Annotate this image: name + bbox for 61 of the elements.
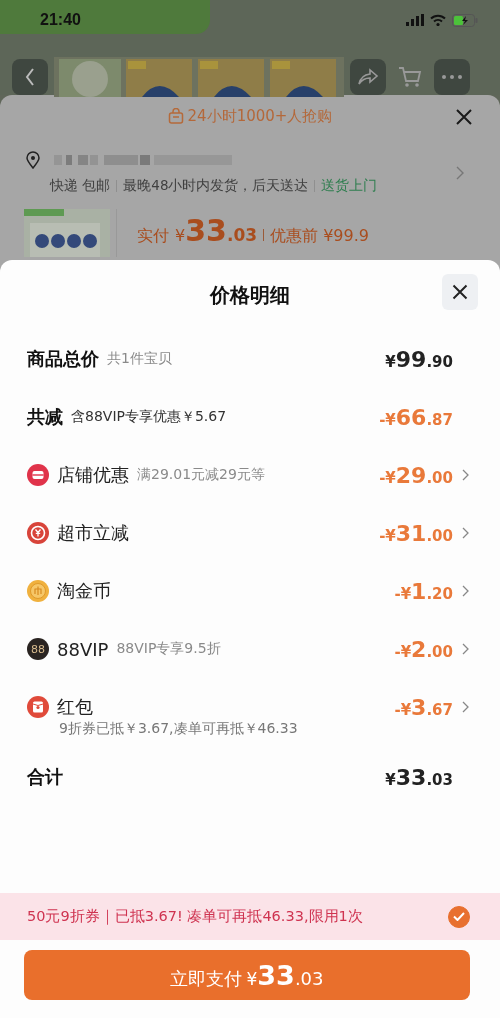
coupon-text: 50元9折券｜已抵3.67! 凑单可再抵46.33,限用1次 [27, 907, 363, 926]
envelope-icon [27, 696, 49, 718]
row-label[interactable]: 88VIP [57, 638, 109, 660]
delivery-text: 最晚48小时内发货，后天送达 [123, 177, 309, 195]
chevron-icon [456, 166, 464, 180]
chevron-icon [462, 701, 469, 713]
row-label[interactable]: 超市立减 [57, 521, 129, 545]
row-label: 共减 [27, 405, 63, 429]
more-icon [442, 75, 462, 79]
yen-coin-icon [27, 522, 49, 544]
headline-text: 24小时1000+人抢购 [187, 106, 333, 126]
price: ¥33.03 [385, 764, 453, 790]
vip-badge: 88 [27, 638, 49, 660]
original-price: 优惠前 ¥99.9 [270, 226, 369, 247]
status-time: 21:40 [40, 11, 81, 29]
price: -¥1.20 [394, 578, 453, 604]
row-label: 合计 [27, 765, 63, 789]
cart-icon [398, 66, 422, 88]
row-note: 满29.01元减29元等 [137, 466, 265, 484]
chevron-icon [462, 527, 469, 539]
row-label[interactable]: 红包 [57, 695, 93, 719]
price: ¥99.90 [385, 346, 453, 372]
row-detail: 9折券已抵￥3.67,凑单可再抵￥46.33 [59, 720, 299, 738]
share-button[interactable] [350, 59, 386, 95]
checkbox[interactable] [448, 905, 470, 928]
price: ¥33.03 [175, 213, 258, 248]
row-note: 含88VIP专享优惠￥5.67 [71, 408, 227, 426]
checkmark-icon [453, 912, 465, 921]
address-row[interactable]: 快递 包邮 最晚48小时内发货，后天送达 送货上门 [0, 137, 500, 195]
chevron-icon [462, 469, 469, 481]
wifi-icon [430, 14, 446, 26]
row-note: 88VIP专享9.5折 [116, 640, 221, 658]
price-label: 实付 [137, 226, 169, 247]
signal-icon [406, 14, 424, 26]
row-label[interactable]: 店铺优惠 [57, 463, 129, 487]
bag-icon [167, 108, 184, 124]
close-icon [452, 284, 468, 300]
close-button[interactable] [442, 274, 478, 310]
chevron-icon [462, 585, 469, 597]
coin-icon [27, 580, 49, 602]
price: -¥3.67 [394, 694, 453, 720]
battery-icon [452, 13, 478, 27]
sheet-title: 价格明细 [210, 281, 290, 309]
chevron-icon [462, 643, 469, 655]
row-label[interactable]: 淘金币 [57, 579, 111, 603]
row-label: 商品总价 [27, 347, 99, 371]
delivery-text: 快递 包邮 [50, 177, 111, 195]
price: -¥66.87 [379, 404, 453, 430]
price: -¥29.00 [379, 462, 453, 488]
row-note: 共1件宝贝 [107, 350, 172, 368]
delivery-text: 送货上门 [321, 177, 378, 195]
close-icon [456, 109, 472, 125]
share-icon [357, 68, 379, 86]
shop-badge-icon [27, 464, 49, 486]
location-pin-icon [26, 151, 40, 169]
price: -¥31.00 [379, 520, 453, 546]
price: -¥2.00 [394, 636, 453, 662]
back-icon [25, 68, 35, 86]
back-button[interactable] [12, 59, 48, 95]
close-button[interactable] [454, 107, 474, 127]
more-button[interactable] [434, 59, 470, 95]
